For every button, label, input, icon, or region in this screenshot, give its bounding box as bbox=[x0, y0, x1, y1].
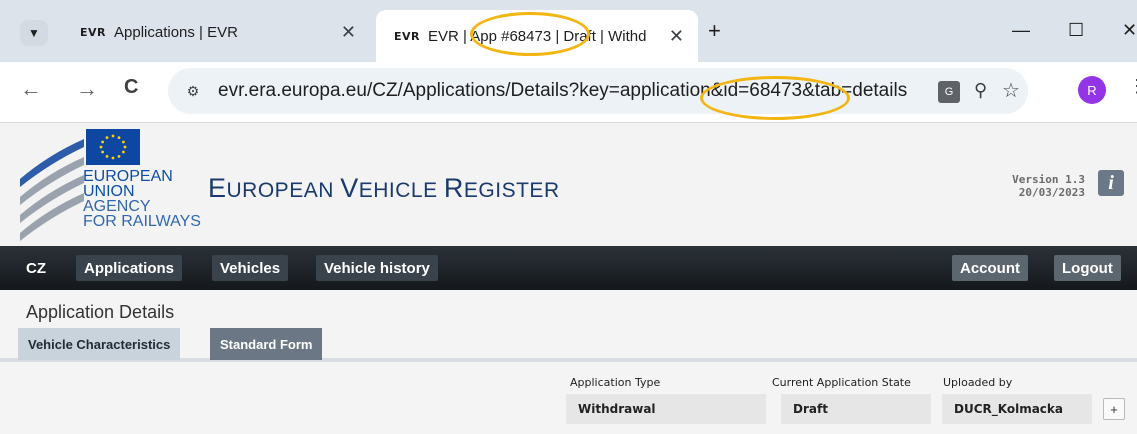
tab-title: Applications | EVR bbox=[114, 23, 238, 41]
tune-icon[interactable]: ⚙ bbox=[180, 79, 206, 103]
tab-standard-form[interactable]: Standard Form bbox=[210, 328, 323, 360]
logo-text: EUROPEAN UNION AGENCY FOR RAILWAYS bbox=[83, 168, 201, 230]
account-button[interactable]: Account bbox=[952, 255, 1028, 281]
application-state-label: Current Application State bbox=[772, 376, 911, 389]
maximize-icon[interactable]: ☐ bbox=[1068, 20, 1084, 41]
application-type-label: Application Type bbox=[570, 376, 661, 389]
close-icon[interactable]: ✕ bbox=[669, 26, 684, 47]
star-icon[interactable]: ☆ bbox=[1002, 78, 1020, 103]
nav-applications[interactable]: Applications bbox=[76, 255, 183, 281]
site-header: EUROPEAN UNION AGENCY FOR RAILWAYS EUROP… bbox=[0, 122, 1137, 246]
browser-tab-applications[interactable]: EVR Applications | EVR ✕ bbox=[60, 10, 370, 54]
tab-vehicle-characteristics[interactable]: Vehicle Characteristics bbox=[18, 328, 181, 360]
evr-favicon-icon: EVR bbox=[80, 25, 106, 39]
version-info: Version 1.3 20/03/2023 bbox=[1012, 173, 1085, 199]
rail-stripes-icon bbox=[20, 139, 84, 241]
eu-flag-icon bbox=[86, 129, 140, 165]
zoom-icon[interactable]: ⚲ bbox=[974, 80, 987, 101]
annotation-ellipse bbox=[470, 12, 590, 56]
logout-button[interactable]: Logout bbox=[1054, 255, 1121, 281]
uploaded-by-value: DUCR_Kolmacka bbox=[942, 394, 1092, 424]
page-title: Application Details bbox=[26, 302, 175, 322]
close-window-icon[interactable]: ✕ bbox=[1122, 20, 1137, 41]
application-state-value: Draft bbox=[781, 394, 931, 424]
expand-button[interactable]: + bbox=[1103, 398, 1125, 420]
nav-vehicle-history[interactable]: Vehicle history bbox=[316, 255, 438, 281]
site-title: EUROPEAN VEHICLE REGISTER bbox=[208, 173, 560, 203]
profile-avatar[interactable]: R bbox=[1078, 76, 1106, 104]
kebab-icon[interactable]: ⋮ bbox=[1128, 76, 1137, 97]
application-type-value: Withdrawal bbox=[566, 394, 766, 424]
main-navbar: CZ Applications Vehicles Vehicle history… bbox=[0, 246, 1137, 290]
close-icon[interactable]: ✕ bbox=[341, 22, 356, 43]
era-logo[interactable]: EUROPEAN UNION AGENCY FOR RAILWAYS bbox=[18, 127, 218, 245]
minimize-icon[interactable]: — bbox=[1012, 20, 1030, 41]
translate-icon[interactable]: G bbox=[938, 81, 960, 103]
nav-country-cz[interactable]: CZ bbox=[18, 255, 54, 281]
forward-arrow-icon[interactable]: → bbox=[76, 76, 98, 102]
uploaded-by-label: Uploaded by bbox=[943, 376, 1013, 389]
application-details-panel: Application Details Vehicle Characterist… bbox=[0, 290, 1137, 434]
nav-vehicles[interactable]: Vehicles bbox=[212, 255, 289, 281]
back-arrow-icon[interactable]: ← bbox=[20, 76, 42, 102]
evr-favicon-icon: EVR bbox=[394, 29, 420, 43]
annotation-ellipse bbox=[700, 76, 850, 120]
chevron-down-icon: ▼ bbox=[28, 26, 40, 40]
tab-search-button[interactable]: ▼ bbox=[20, 20, 48, 46]
details-tabs: Vehicle Characteristics Standard Form bbox=[0, 326, 1137, 362]
reload-icon[interactable]: C bbox=[124, 76, 138, 99]
new-tab-button[interactable]: + bbox=[708, 18, 721, 44]
address-bar[interactable]: ⚙ evr.era.europa.eu/CZ/Applications/Deta… bbox=[168, 68, 1028, 114]
browser-toolbar: ← → C ⚙ evr.era.europa.eu/CZ/Application… bbox=[0, 62, 1137, 122]
info-icon[interactable]: i bbox=[1098, 170, 1124, 196]
